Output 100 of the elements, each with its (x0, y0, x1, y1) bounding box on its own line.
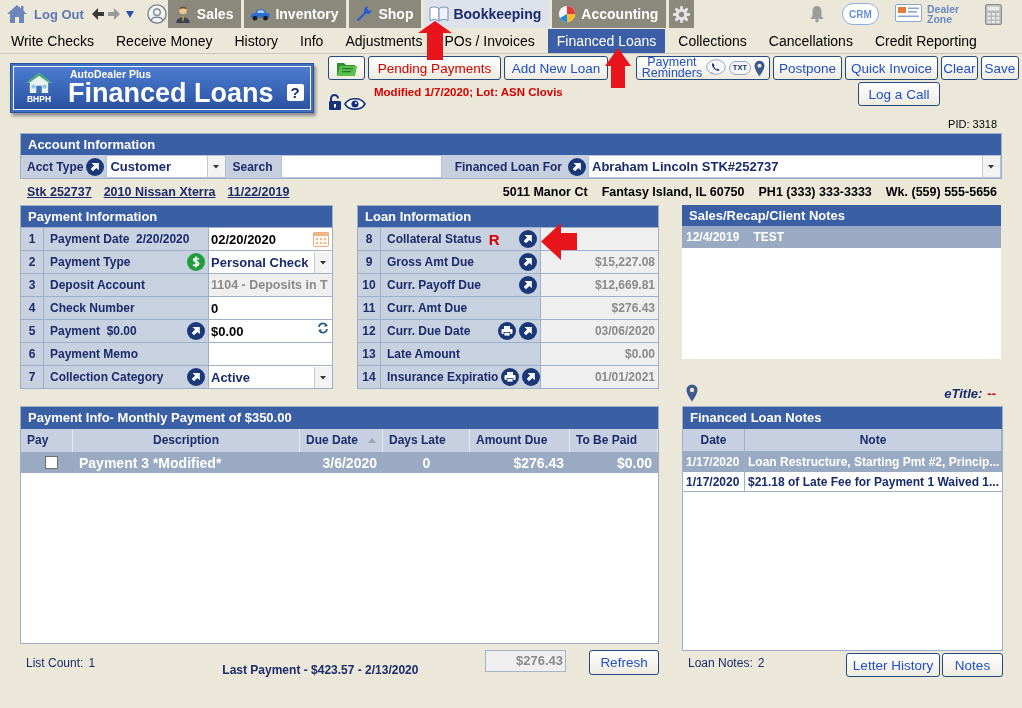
pay-checkbox[interactable] (44, 456, 58, 469)
table-cell-text: $276.43 (512, 454, 565, 471)
notes-button[interactable]: Notes (942, 653, 1003, 677)
date-field[interactable]: 02/20/2020 (209, 228, 332, 250)
row-number: 7 (21, 366, 44, 388)
log-call-button[interactable]: Log a Call (858, 82, 940, 106)
table-cell-text: $21.18 of Late Fee for Payment 1 Waived 1... (747, 475, 1000, 489)
refresh-icon[interactable] (317, 322, 329, 334)
caret-icon[interactable] (125, 10, 134, 18)
nav-tab[interactable]: Receive Money (116, 33, 213, 49)
toolbar-button[interactable]: Clear (941, 56, 978, 80)
field-label: Payment Type (50, 255, 132, 269)
unlocked-padlock-icon[interactable] (328, 94, 342, 110)
nav-tab[interactable]: Write Checks (11, 33, 94, 49)
contact-text: 5011 Manor Ct (502, 184, 588, 199)
table-cell: 1/17/2020 (683, 472, 745, 492)
notes-button[interactable]: Letter History (846, 653, 940, 677)
field-label: Financed Loan For (454, 159, 562, 174)
panel-header: Payment Info- Monthly Payment of $350.00 (21, 407, 658, 429)
panel-header: Loan Information (358, 206, 658, 227)
module-tab[interactable]: Sales (167, 0, 242, 28)
nav-tab[interactable]: POs / Invoices (444, 33, 535, 49)
nav-tab[interactable]: Financed Loans (547, 29, 666, 53)
table-cell-text: 3/6/2020 (321, 454, 378, 471)
calculator-icon[interactable] (985, 3, 1002, 25)
row-number: 3 (21, 274, 44, 296)
eye-icon[interactable] (344, 98, 366, 110)
settings-button[interactable] (669, 0, 695, 28)
toolbar-button[interactable]: Postpone (773, 56, 842, 80)
note-text: TEST (753, 230, 785, 244)
brand-name: AutoDealer Plus (70, 69, 153, 80)
text-field[interactable] (209, 343, 332, 365)
field-label: Check Number (50, 301, 136, 315)
nav-tab[interactable]: Credit Reporting (874, 33, 977, 49)
table-row[interactable]: 1/17/2020 $21.18 of Late Fee for Payment 1 Waived 1... (683, 472, 1002, 492)
help-button[interactable]: ? (286, 83, 304, 101)
table-cell-text: 0 (421, 454, 432, 471)
logout-button[interactable]: Log Out (6, 0, 84, 28)
text-field[interactable]: 0 (209, 297, 332, 319)
row-number: 8 (358, 228, 381, 250)
panel-header: Financed Loan Notes (683, 407, 1002, 429)
readonly-field: 01/01/2021 (541, 366, 658, 388)
readonly-field: $15,227.08 (541, 251, 658, 273)
dropdown-field[interactable]: Active (209, 366, 332, 388)
nav-tab[interactable]: Collections (678, 33, 747, 49)
last-payment-text: Last Payment - $423.57 - 2/13/2020 (221, 663, 420, 677)
vehicle-link[interactable]: Stk 252737 (27, 184, 92, 199)
contact-text: Fantasy Island, IL 60750 (601, 184, 745, 199)
table-cell-text: Loan Restructure, Starting Pmt #2, Princip... (747, 455, 1001, 469)
field-label: Payment Date 2/20/2020 (50, 232, 191, 246)
pending-payments-button[interactable]: Pending Payments (368, 56, 501, 80)
search-field[interactable] (281, 155, 443, 178)
readonly-field: $276.43 (541, 297, 658, 319)
refresh-button[interactable]: Refresh (589, 650, 659, 675)
back-arrow-icon[interactable] (91, 8, 104, 20)
open-folder-button[interactable] (328, 56, 365, 80)
toolbar-button[interactable]: Add New Loan (504, 56, 608, 80)
module-tab[interactable]: Inventory (244, 0, 347, 28)
row-number: 11 (358, 297, 381, 319)
field-label: Collateral Status (387, 232, 482, 246)
modified-note: Modified 1/7/2020; Lot: ASN Clovis (374, 86, 563, 98)
vehicle-link[interactable]: 2010 Nissan Xterra (103, 184, 216, 199)
nav-tab[interactable]: History (234, 33, 279, 49)
field-label: Curr. Due Date (387, 324, 472, 338)
acct-type-select[interactable]: Customer (106, 155, 227, 178)
nav-tab[interactable]: Cancellations (768, 33, 853, 49)
nav-tab[interactable]: Info (300, 33, 324, 49)
printer-icon[interactable] (501, 368, 520, 386)
toolbar-button[interactable]: Quick Invoice (845, 56, 938, 80)
row-number: 2 (21, 251, 44, 273)
loan-select[interactable]: Abraham Lincoln STK#252737 (588, 155, 1001, 178)
map-pin-icon[interactable] (686, 384, 698, 402)
row-number: 5 (21, 320, 44, 342)
pid-label: PID: 3318 (948, 117, 997, 131)
settings-icon (672, 4, 692, 24)
module-tab[interactable]: Bookkeeping (424, 0, 550, 28)
home-icon (6, 4, 28, 24)
module-tab[interactable]: Shop (349, 0, 422, 28)
dropdown-field[interactable]: Personal Check (209, 251, 332, 273)
toolbar-button[interactable]: Save (981, 56, 1019, 80)
field-label: Late Amount (387, 347, 461, 361)
field-label: Collection Category (50, 370, 165, 384)
list-count-value: 1 (88, 656, 97, 670)
avatar-icon[interactable] (146, 4, 167, 24)
row-number: 12 (358, 320, 381, 342)
page-title: Financed Loans (68, 80, 274, 107)
map-pin-icon[interactable] (754, 59, 765, 77)
logo-badge-label: BHPH (26, 94, 52, 104)
etitle-value: -- (987, 385, 996, 401)
readonly-field: $12,669.81 (541, 274, 658, 296)
dollar-icon[interactable] (187, 253, 205, 271)
printer-icon[interactable] (498, 322, 516, 340)
amount-field[interactable]: $0.00 (209, 320, 332, 342)
phone-icon (705, 59, 726, 77)
nav-tab[interactable]: Adjustments (345, 33, 423, 49)
module-tab[interactable]: Accounting (552, 0, 667, 28)
row-number: 14 (358, 366, 381, 388)
vehicle-link[interactable]: 11/22/2019 (227, 184, 290, 199)
contact-text: PH1 (333) 333-3333 (758, 184, 872, 199)
row-number: 1 (21, 228, 44, 250)
